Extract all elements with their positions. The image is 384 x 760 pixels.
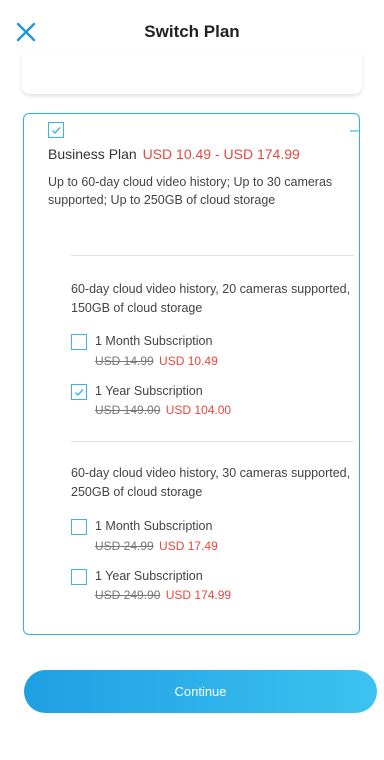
option-price: USD 149.00 USD 104.00 bbox=[95, 403, 231, 417]
old-price: USD 149.00 bbox=[95, 403, 161, 417]
option-label: 1 Year Subscription bbox=[95, 384, 203, 398]
option-price: USD 249.90 USD 174.99 bbox=[95, 588, 231, 602]
plan-checkbox[interactable] bbox=[48, 122, 64, 138]
header: Switch Plan bbox=[0, 0, 384, 62]
option-checkbox-checked[interactable] bbox=[71, 384, 87, 400]
tier-description: 60-day cloud video history, 20 cameras s… bbox=[71, 282, 351, 315]
option-price: USD 24.99 USD 17.49 bbox=[95, 539, 218, 553]
old-price: USD 249.90 bbox=[95, 588, 161, 602]
option-price: USD 14.99 USD 10.49 bbox=[95, 354, 218, 368]
plan-price-range: USD 10.49 - USD 174.99 bbox=[142, 146, 300, 162]
divider bbox=[71, 441, 354, 442]
divider bbox=[71, 255, 354, 256]
check-icon bbox=[52, 127, 61, 135]
plan-title: Business Plan USD 10.49 - USD 174.99 bbox=[48, 146, 300, 162]
page-title: Switch Plan bbox=[144, 22, 240, 41]
option-checkbox[interactable] bbox=[71, 519, 87, 535]
option-checkbox[interactable] bbox=[71, 334, 87, 350]
old-price: USD 14.99 bbox=[95, 354, 154, 368]
option-label: 1 Month Subscription bbox=[95, 519, 213, 533]
check-icon bbox=[75, 389, 84, 397]
collapse-icon[interactable]: – bbox=[350, 122, 359, 140]
new-price: USD 17.49 bbox=[159, 539, 218, 553]
previous-plan-card[interactable] bbox=[22, 54, 362, 94]
old-price: USD 24.99 bbox=[95, 539, 154, 553]
option-checkbox[interactable] bbox=[71, 569, 87, 585]
plan-name: Business Plan bbox=[48, 146, 137, 162]
new-price: USD 104.00 bbox=[165, 403, 232, 417]
new-price: USD 10.49 bbox=[159, 354, 218, 368]
plan-description: Up to 60-day cloud video history; Up to … bbox=[48, 175, 333, 207]
tier-description: 60-day cloud video history, 30 cameras s… bbox=[71, 466, 351, 499]
option-label: 1 Month Subscription bbox=[95, 334, 213, 348]
business-plan-card: – Business Plan USD 10.49 - USD 174.99 U… bbox=[23, 113, 360, 635]
new-price: USD 174.99 bbox=[165, 588, 232, 602]
continue-button[interactable]: Continue bbox=[24, 670, 377, 713]
option-label: 1 Year Subscription bbox=[95, 569, 203, 583]
